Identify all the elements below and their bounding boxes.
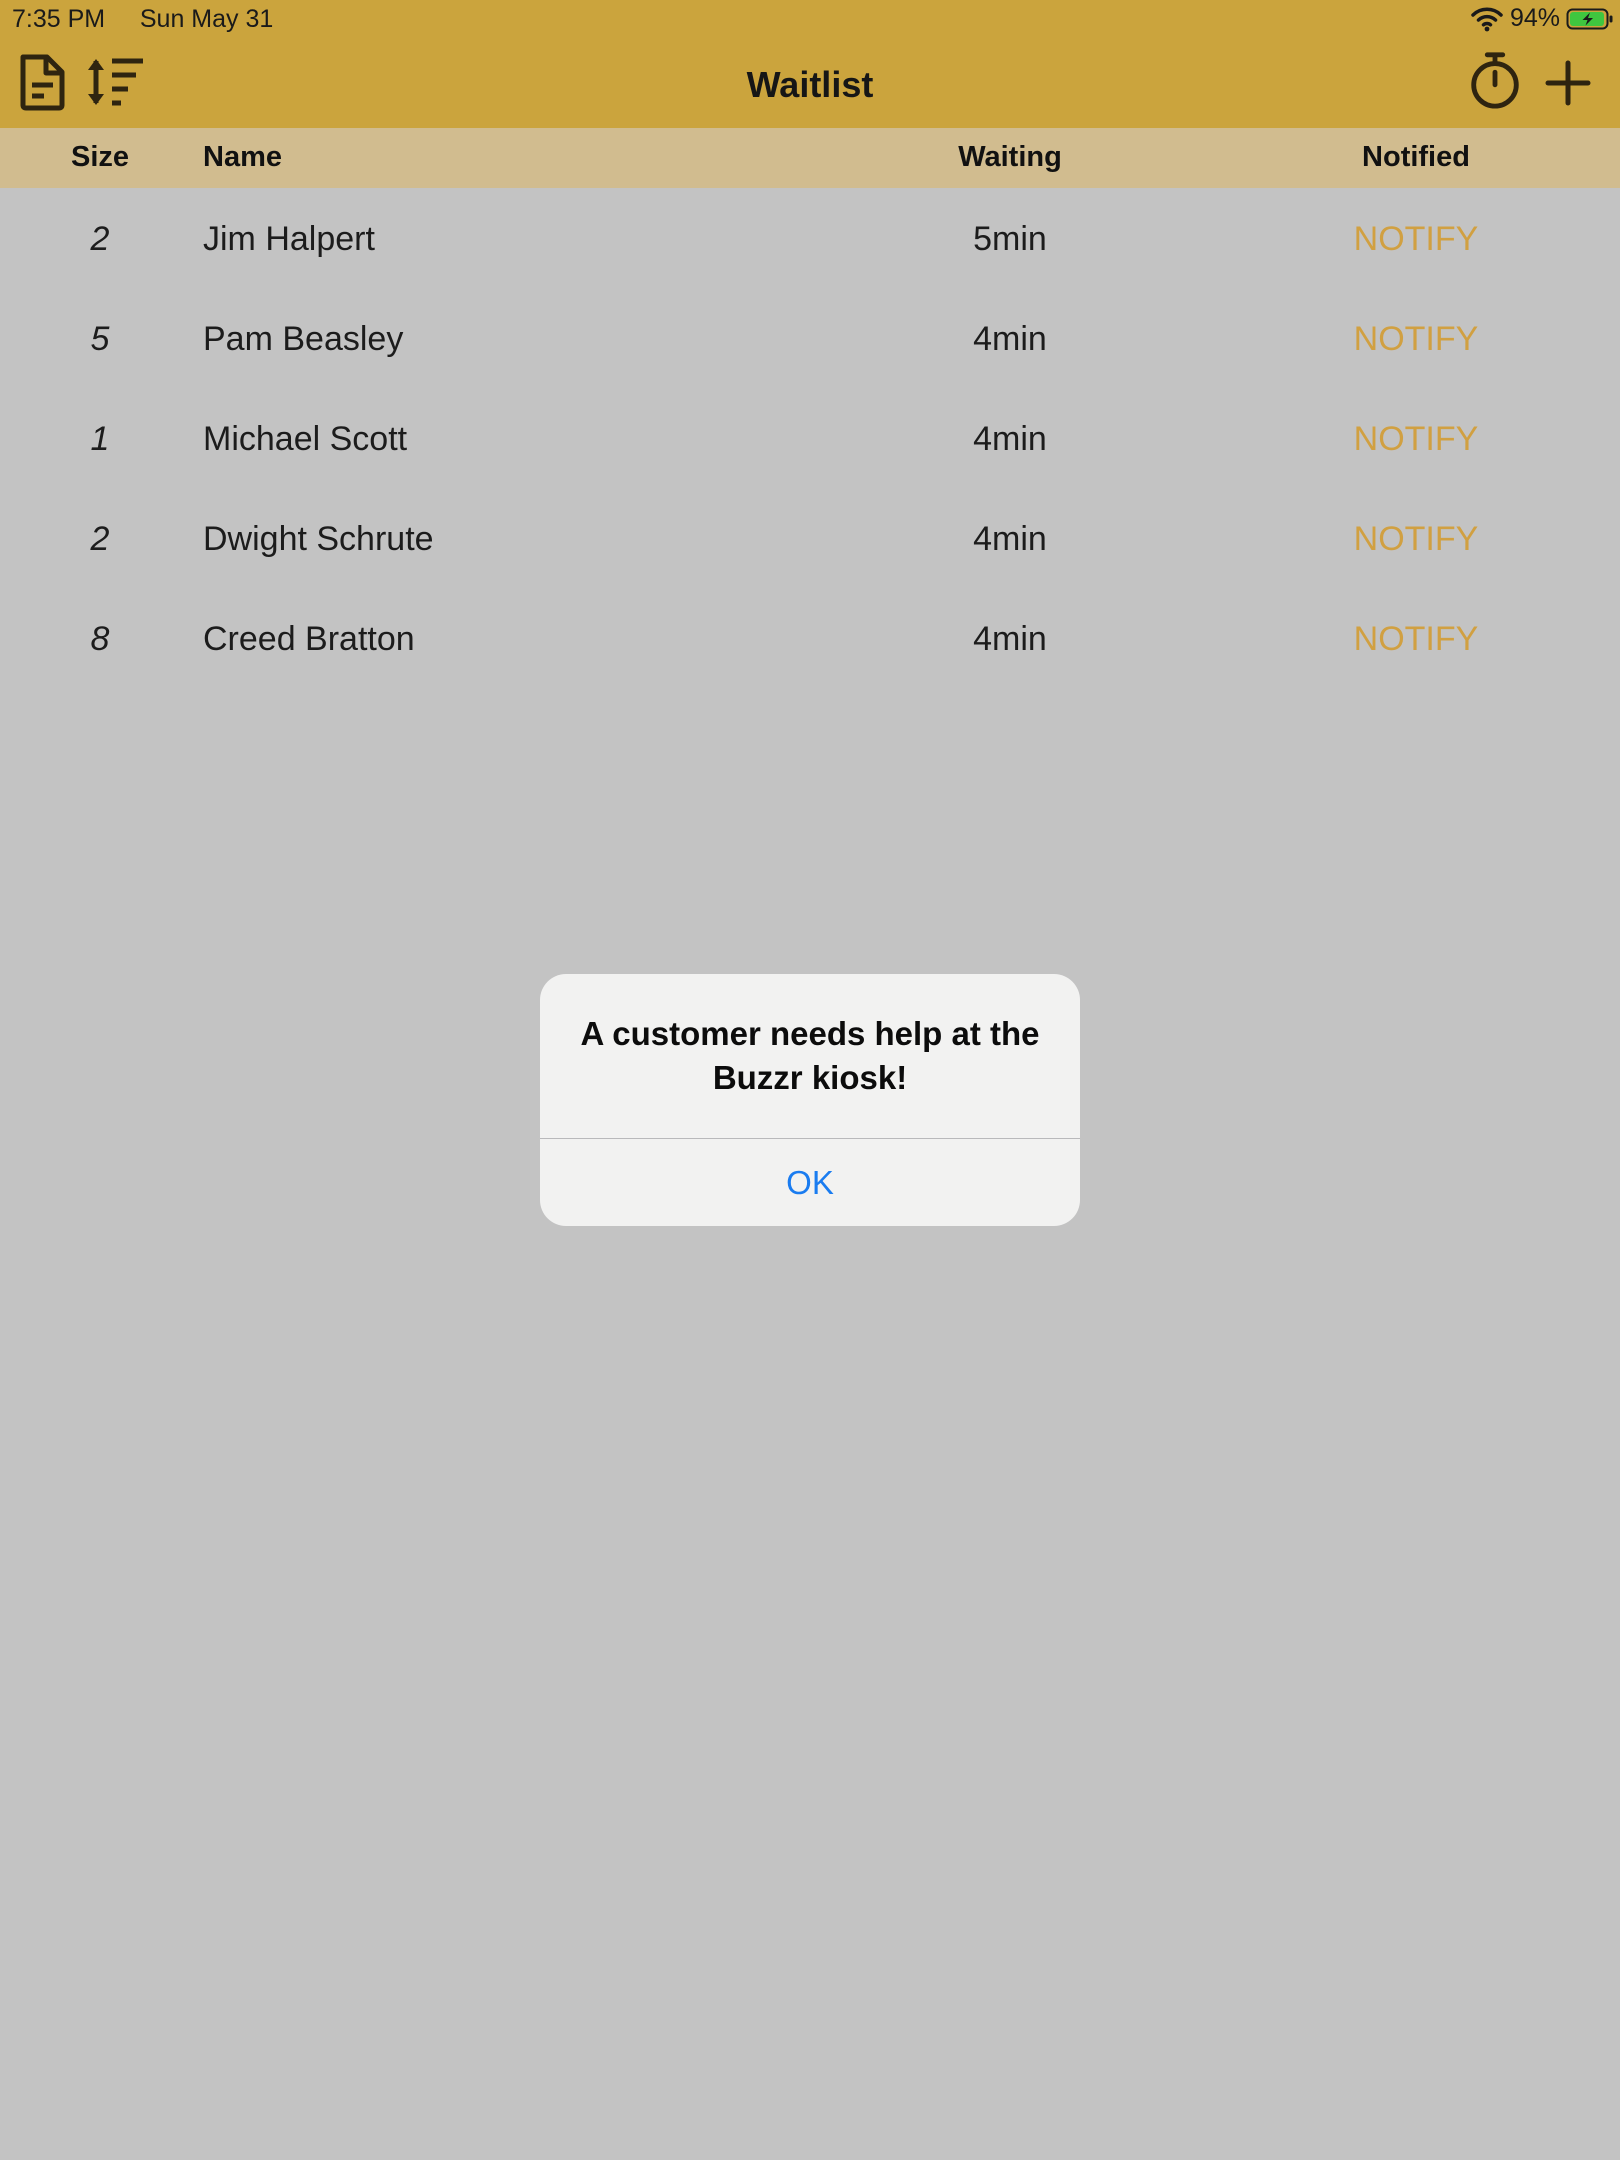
notify-button[interactable]: NOTIFY (1316, 220, 1516, 259)
guest-name: Creed Bratton (203, 620, 415, 658)
wait-time: 5min (973, 220, 1047, 258)
table-row[interactable]: 2 Dwight Schrute 4min NOTIFY (0, 488, 1620, 588)
table-row[interactable]: 1 Michael Scott 4min NOTIFY (0, 388, 1620, 488)
table-row[interactable]: 5 Pam Beasley 4min NOTIFY (0, 288, 1620, 388)
navigation-bar: 7:35 PM Sun May 31 94% Waitlist (0, 0, 1620, 128)
wait-time: 4min (973, 520, 1047, 558)
add-icon (1545, 60, 1591, 106)
guest-name: Jim Halpert (203, 220, 375, 258)
party-size: 1 (90, 420, 110, 458)
alert-dialog: A customer needs help at the Buzzr kiosk… (540, 974, 1080, 1226)
status-time: 7:35 PM (12, 5, 106, 33)
guest-name: Dwight Schrute (203, 520, 434, 558)
party-size: 2 (90, 520, 110, 558)
notify-button[interactable]: NOTIFY (1316, 420, 1516, 459)
status-date: Sun May 31 (139, 5, 274, 33)
notify-button[interactable]: NOTIFY (1316, 620, 1516, 659)
table-row[interactable]: 8 Creed Bratton 4min NOTIFY (0, 588, 1620, 688)
notify-button[interactable]: NOTIFY (1316, 320, 1516, 359)
page-title: Waitlist (746, 64, 874, 105)
guest-name: Michael Scott (203, 420, 408, 458)
battery-percent: 94% (1509, 4, 1560, 32)
header-name: Name (203, 141, 282, 173)
wait-time: 4min (973, 420, 1047, 458)
table-row[interactable]: 2 Jim Halpert 5min NOTIFY (0, 188, 1620, 288)
header-size: Size (70, 141, 130, 173)
timer-button[interactable] (1466, 50, 1524, 110)
timer-icon (1471, 52, 1519, 109)
table-header: Size Name Waiting Notified (0, 128, 1620, 188)
wait-time: 4min (973, 620, 1047, 658)
alert-divider (540, 1138, 1080, 1139)
wifi-icon (1471, 7, 1503, 31)
guest-name: Pam Beasley (203, 320, 404, 358)
add-button[interactable] (1544, 52, 1592, 112)
wait-time: 4min (973, 320, 1047, 358)
battery-charging-icon (1566, 8, 1613, 29)
status-bar-left: 7:35 PM Sun May 31 (12, 5, 273, 34)
header-notified: Notified (1362, 141, 1470, 173)
party-size: 2 (90, 220, 110, 258)
alert-message: A customer needs help at the Buzzr kiosk… (580, 1015, 1040, 1096)
header-waiting: Waiting (958, 141, 1062, 173)
party-size: 5 (90, 320, 110, 358)
status-bar-right: 94% (1470, 4, 1614, 33)
notify-button[interactable]: NOTIFY (1316, 520, 1516, 559)
ok-button[interactable]: OK (540, 1140, 1080, 1226)
party-size: 8 (90, 620, 110, 658)
